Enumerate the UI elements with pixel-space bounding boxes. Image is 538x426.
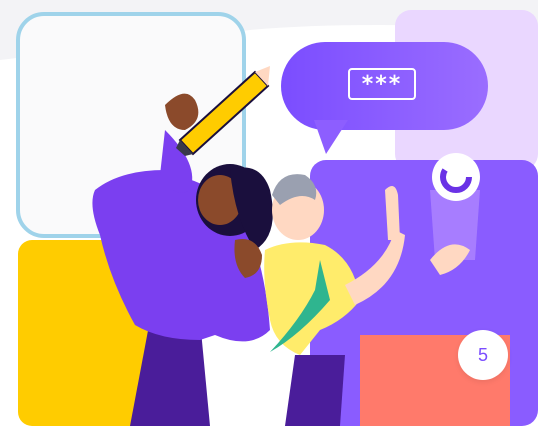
step-badge: 5 (458, 330, 508, 380)
password-mask: *** (348, 68, 416, 100)
hero-illustration: *** 5 (0, 0, 538, 426)
speech-bubble-tail (314, 120, 348, 154)
loading-ring-icon (432, 153, 480, 201)
